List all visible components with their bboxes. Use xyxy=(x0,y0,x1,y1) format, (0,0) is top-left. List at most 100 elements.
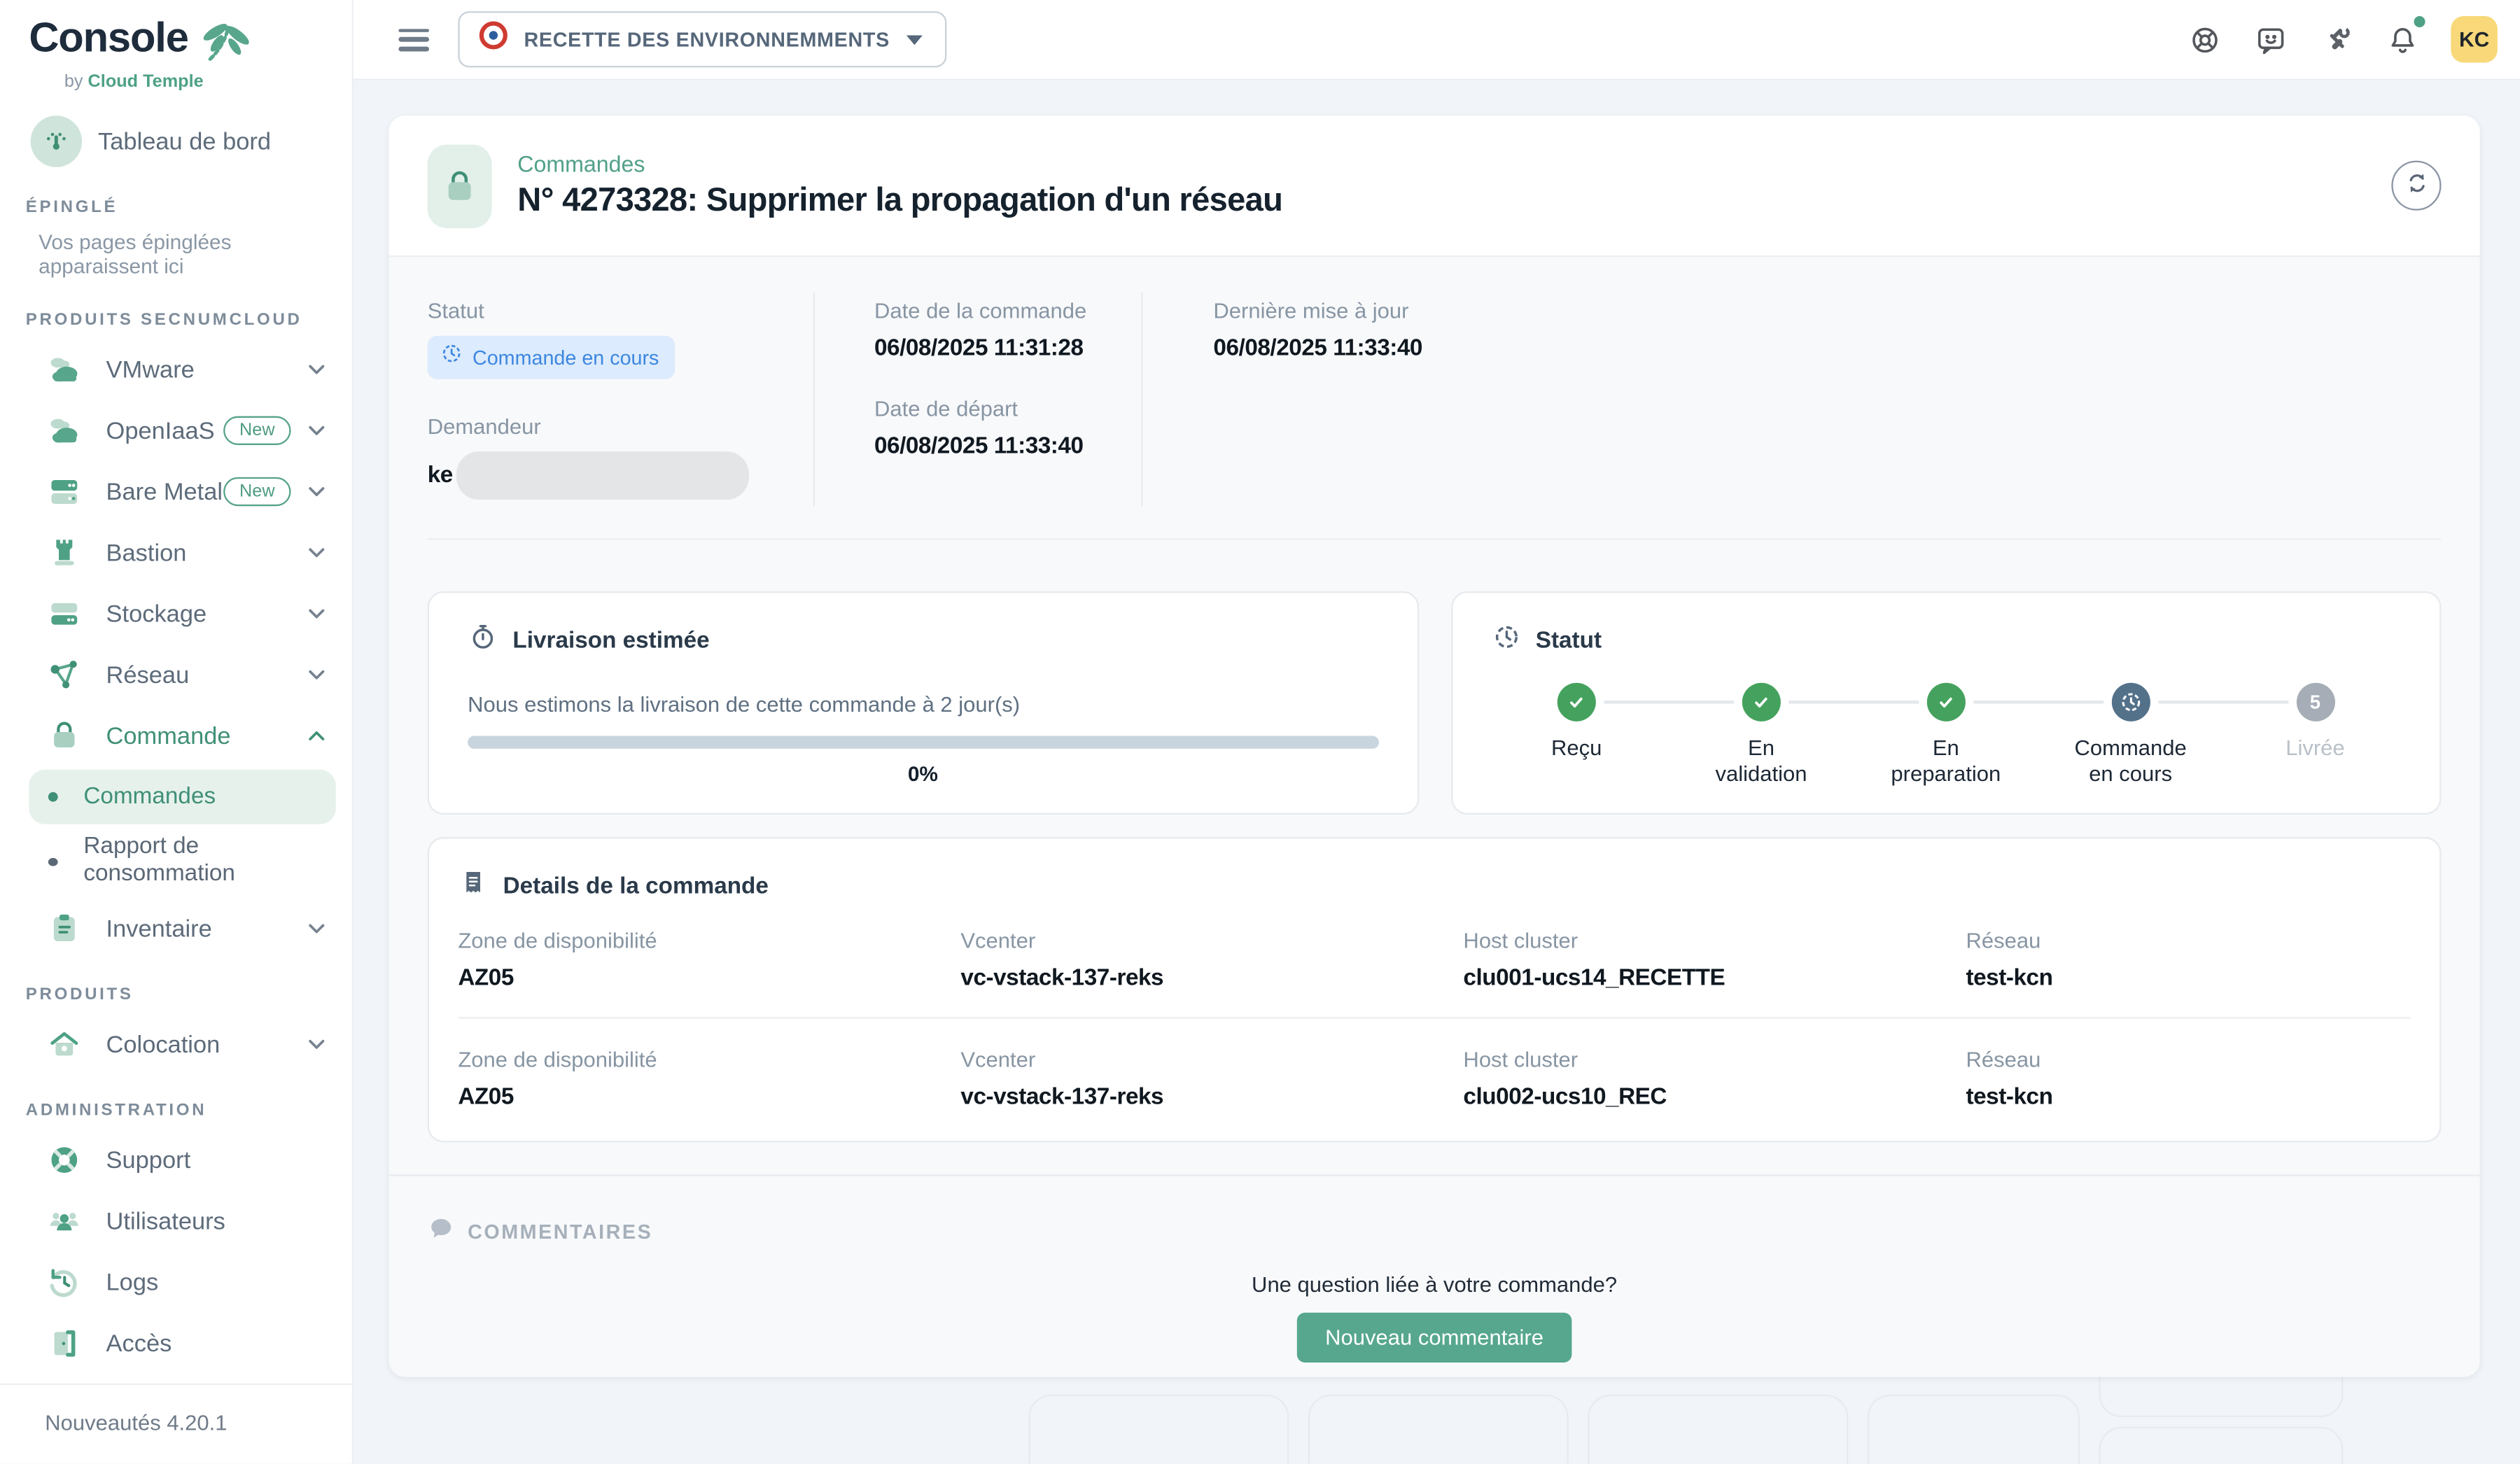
feedback-chat-icon[interactable] xyxy=(2253,22,2289,57)
order-heading: Commandes N° 4273328: Supprimer la propa… xyxy=(517,151,1282,220)
details-row-2: Zone de disponibilitéAZ05 Vcentervc-vsta… xyxy=(429,1019,2440,1111)
step-en-preparation: En preparation xyxy=(1854,683,2038,787)
tower-icon xyxy=(45,533,83,572)
delivery-progressbar xyxy=(468,736,1378,749)
hamburger-menu-icon[interactable] xyxy=(398,28,429,50)
sidebar-subitem-commandes[interactable]: Commandes xyxy=(29,770,336,824)
sidebar-item-reseau[interactable]: Réseau xyxy=(0,645,352,705)
sidebar-section-pinned: ÉPINGLÉ xyxy=(0,172,352,227)
maj-value: 06/08/2025 11:33:40 xyxy=(1213,336,2441,362)
date-commande-value: 06/08/2025 11:31:28 xyxy=(874,336,1141,362)
history-icon xyxy=(45,1263,83,1302)
new-badge: New xyxy=(223,416,290,445)
tools-icon[interactable] xyxy=(2319,22,2355,57)
content: Commandes N° 4273328: Supprimer la propa… xyxy=(354,80,2520,1464)
dragonfly-icon xyxy=(195,16,255,76)
chevron-down-icon xyxy=(304,479,330,505)
status-panel: Statut Reçu En validation xyxy=(1450,591,2441,815)
date-depart-value: 06/08/2025 11:33:40 xyxy=(874,434,1141,460)
house-icon xyxy=(45,1025,83,1064)
breadcrumb[interactable]: Commandes xyxy=(517,151,1282,177)
chevron-down-icon xyxy=(304,1032,330,1057)
sidebar-item-openiaas[interactable]: OpenIaaS New xyxy=(0,400,352,461)
summary-col-maj: Dernière mise à jour 06/08/2025 11:33:40 xyxy=(1141,293,2441,506)
sidebar-item-inventaire[interactable]: Inventaire xyxy=(0,898,352,959)
sidebar-item-utilisateurs[interactable]: Utilisateurs xyxy=(0,1190,352,1251)
chevron-down-icon xyxy=(304,418,330,444)
bag-icon xyxy=(428,143,492,227)
sidebar-item-commande[interactable]: Commande xyxy=(0,705,352,766)
sidebar-subitem-rapport-consommation[interactable]: Rapport de consommation xyxy=(29,827,336,894)
clock-icon xyxy=(1490,622,1521,661)
environment-selector[interactable]: RECETTE DES ENVIRONNEMMENTS xyxy=(458,11,946,67)
sidebar-item-label: Tableau de bord xyxy=(98,128,330,155)
sidebar-item-dashboard[interactable]: Tableau de bord xyxy=(0,111,352,171)
new-comment-button[interactable]: Nouveau commentaire xyxy=(1296,1313,1573,1363)
sidebar-section-produits: PRODUITS xyxy=(0,959,352,1014)
cards-row: Livraison estimée Nous estimons la livra… xyxy=(428,591,2442,815)
clipboard-icon xyxy=(45,909,83,948)
host-cluster-value: clu001-ucs14_RECETTE xyxy=(1463,966,1937,992)
pinned-empty-text: Vos pages épinglées apparaissent ici xyxy=(0,227,352,285)
sidebar-item-bare-metal[interactable]: Bare Metal New xyxy=(0,461,352,522)
sidebar: Console by Cloud xyxy=(0,0,354,1464)
sidebar-footer-version[interactable]: Nouveautés 4.20.1 xyxy=(0,1384,352,1464)
brand-logo[interactable]: Console by Cloud xyxy=(0,0,352,94)
sidebar-item-colocation[interactable]: Colocation xyxy=(0,1014,352,1075)
step-number: 5 xyxy=(2296,683,2334,722)
bell-icon[interactable] xyxy=(2385,22,2421,57)
sidebar-item-vmware[interactable]: VMware xyxy=(0,339,352,400)
zone-value: AZ05 xyxy=(458,1085,932,1111)
avatar[interactable]: KC xyxy=(2451,16,2498,63)
vcenter-value: vc-vstack-137-reks xyxy=(960,1085,1434,1111)
check-icon xyxy=(1558,683,1596,722)
status-panel-title: Statut xyxy=(1536,628,1602,654)
chevron-down-icon xyxy=(304,357,330,383)
comment-bubble-icon xyxy=(428,1215,455,1251)
sidebar-item-bastion[interactable]: Bastion xyxy=(0,522,352,583)
sidebar-item-support[interactable]: Support xyxy=(0,1129,352,1190)
delivery-panel: Livraison estimée Nous estimons la livra… xyxy=(428,591,1418,815)
gauge-icon xyxy=(31,115,82,167)
cocarde-icon xyxy=(479,21,507,58)
comments-title: COMMENTAIRES xyxy=(468,1221,652,1244)
host-cluster-value: clu002-ucs10_REC xyxy=(1463,1085,1937,1111)
server-icon xyxy=(45,472,83,511)
sidebar-item-logs[interactable]: Logs xyxy=(0,1252,352,1313)
environment-label: RECETTE DES ENVIRONNEMMENTS xyxy=(524,28,890,50)
stopwatch-icon xyxy=(468,622,498,661)
details-panel: Details de la commande Zone de disponibi… xyxy=(428,837,2442,1142)
details-title: Details de la commande xyxy=(503,874,769,900)
bag-icon xyxy=(45,717,83,755)
delivery-message: Nous estimons la livraison de cette comm… xyxy=(429,661,1417,717)
notification-dot xyxy=(2414,15,2425,27)
date-depart-label: Date de départ xyxy=(874,397,1141,421)
background-tile xyxy=(1588,1395,1848,1464)
order-summary: Statut Commande en cours Demandeur ke xyxy=(428,257,2442,540)
status-badge: Commande en cours xyxy=(428,336,676,379)
summary-col-left: Statut Commande en cours Demandeur ke xyxy=(428,293,813,506)
status-stepper: Reçu En validation En preparation xyxy=(1452,661,2440,787)
chevron-down-icon xyxy=(304,601,330,627)
topbar: RECETTE DES ENVIRONNEMMENTS KC xyxy=(354,0,2520,80)
summary-col-dates: Date de la commande 06/08/2025 11:31:28 … xyxy=(813,293,1141,506)
maj-label: Dernière mise à jour xyxy=(1213,299,2441,323)
demandeur-label: Demandeur xyxy=(428,414,813,438)
sidebar-section-administration: ADMINISTRATION xyxy=(0,1075,352,1129)
network-icon xyxy=(45,656,83,694)
cloud-icon xyxy=(45,411,83,450)
sidebar-item-stockage[interactable]: Stockage xyxy=(0,583,352,644)
bullet-icon xyxy=(48,857,58,865)
users-icon xyxy=(45,1202,83,1240)
refresh-button[interactable] xyxy=(2391,161,2441,211)
delivery-progress-label: 0% xyxy=(429,761,1417,785)
background-tile xyxy=(1308,1395,1569,1464)
help-lifebuoy-icon[interactable] xyxy=(2188,22,2223,57)
comments-prompt: Une question liée à votre commande? Nouv… xyxy=(428,1272,2442,1363)
sidebar-section-secnumcloud: PRODUITS SECNUMCLOUD xyxy=(0,284,352,339)
receipt-icon xyxy=(458,868,489,906)
zone-value: AZ05 xyxy=(458,966,932,992)
sidebar-item-acces[interactable]: Accès xyxy=(0,1313,352,1374)
comments-question: Une question liée à votre commande? xyxy=(428,1272,2442,1296)
clock-icon xyxy=(440,342,463,373)
